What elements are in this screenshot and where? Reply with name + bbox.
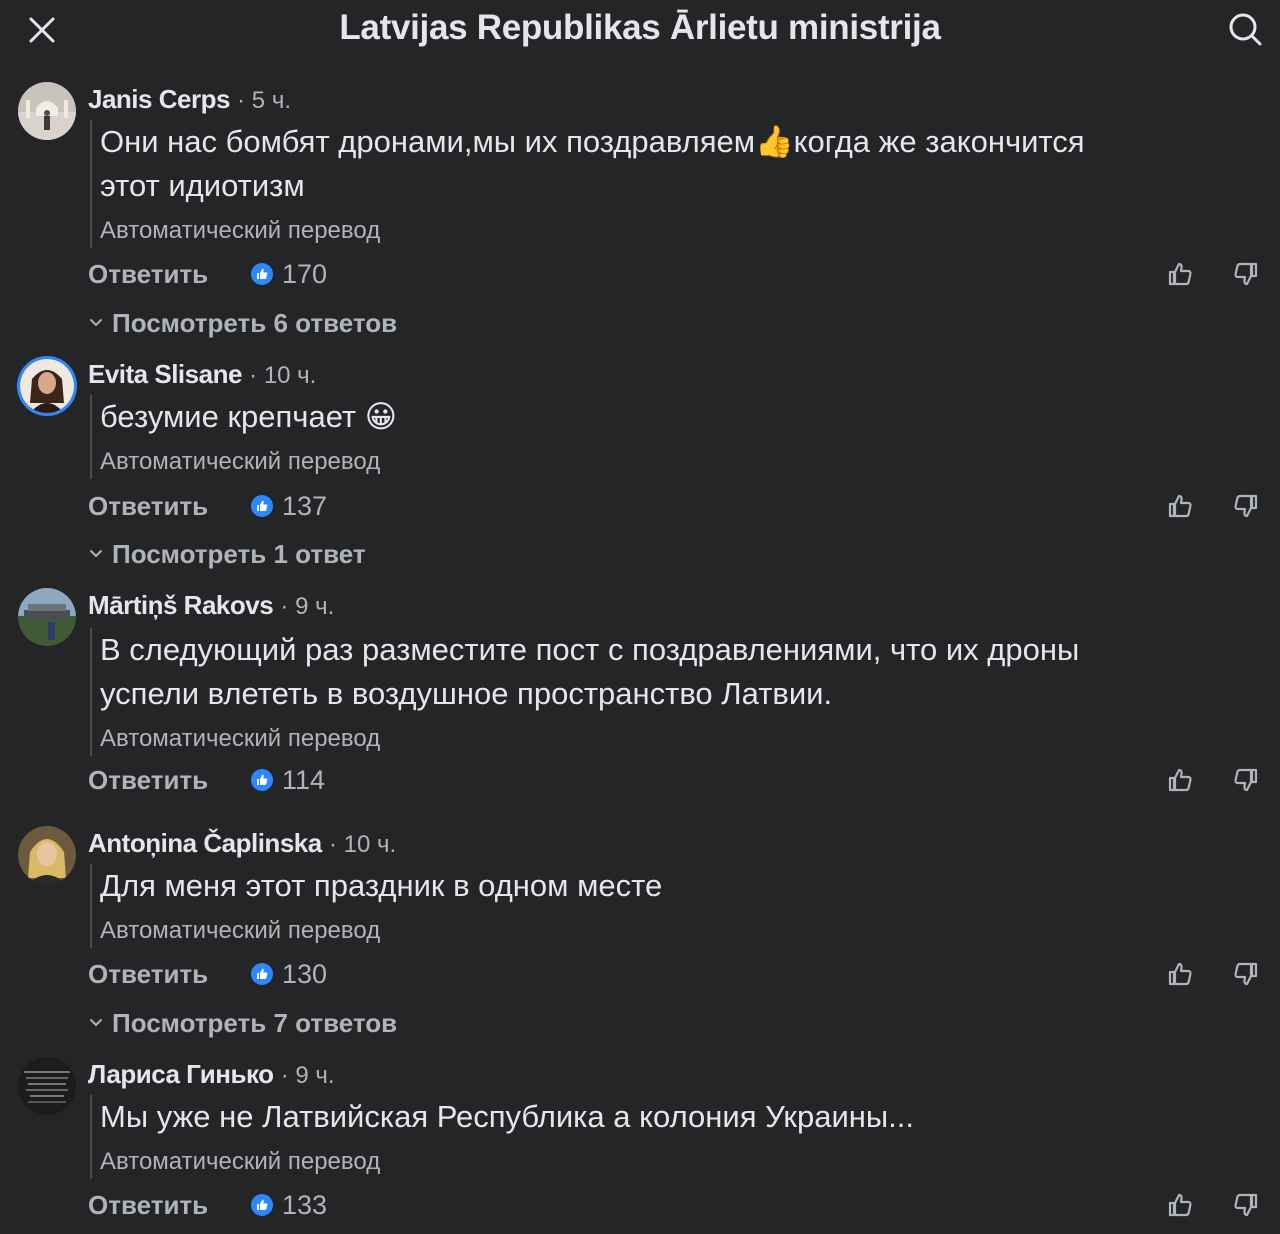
author-name[interactable]: Лариса Гинько — [88, 1059, 274, 1089]
thumbs-down-icon — [1234, 1193, 1258, 1217]
timestamp: · 10 ч. — [328, 831, 397, 858]
thumbs-down-icon — [1234, 262, 1258, 286]
comment-body: В следующий раз разместите пост с поздра… — [90, 628, 1079, 756]
timestamp: · 5 ч. — [237, 87, 291, 114]
like-summary[interactable]: 137 — [251, 486, 327, 526]
timestamp: · 9 ч. — [280, 593, 335, 620]
comment-text: Они нас бомбят дронами,мы их поздравляем… — [100, 124, 1085, 203]
like-summary[interactable]: 133 — [251, 1185, 327, 1225]
comment-meta: Antoņina Čaplinska · 10 ч. — [88, 826, 396, 862]
comment-body: Они нас бомбят дронами,мы их поздравляем… — [90, 120, 1085, 248]
auto-translate-label[interactable]: Автоматический перевод — [100, 445, 397, 479]
reply-button[interactable]: Ответить — [88, 954, 208, 994]
upvote-button[interactable] — [1163, 488, 1199, 524]
comment-actions: Ответить 114 — [88, 760, 1268, 800]
comment-meta: Mārtiņš Rakovs · 9 ч. — [88, 588, 334, 624]
timestamp: · 10 ч. — [249, 362, 317, 389]
comment-body: безумие крепчает 😀 Автоматический перево… — [90, 395, 397, 479]
chevron-down-icon — [88, 1017, 104, 1029]
upvote-button[interactable] — [1163, 762, 1199, 798]
view-replies-link[interactable]: Посмотреть 1 ответ — [88, 536, 366, 572]
thumbs-down-icon — [1234, 494, 1258, 518]
upvote-button[interactable] — [1163, 956, 1199, 992]
avatar[interactable] — [18, 826, 76, 884]
reply-button[interactable]: Ответить — [88, 486, 208, 526]
comment-meta: Лариса Гинько · 9 ч. — [88, 1057, 335, 1093]
comment-actions: Ответить 137 — [88, 486, 1268, 526]
avatar[interactable] — [18, 588, 76, 646]
reply-button[interactable]: Ответить — [88, 254, 208, 294]
like-badge-icon — [251, 963, 273, 985]
author-name[interactable]: Evita Slisane — [88, 359, 242, 389]
view-replies-link[interactable]: Посмотреть 7 ответов — [88, 1005, 397, 1041]
auto-translate-label[interactable]: Автоматический перевод — [100, 914, 662, 948]
comment-meta: Evita Slisane · 10 ч. — [88, 357, 316, 393]
comment-text: В следующий раз разместите пост с поздра… — [100, 632, 1080, 711]
like-count: 170 — [282, 258, 328, 289]
thumbs-up-icon — [1168, 494, 1192, 518]
thumbs-down-icon — [1234, 768, 1258, 792]
thumbs-up-icon — [1168, 768, 1192, 792]
comment-actions: Ответить 133 — [88, 1185, 1268, 1225]
thumbs-up-icon — [1168, 962, 1192, 986]
comment-text: Для меня этот праздник в одном месте — [100, 868, 663, 903]
like-summary[interactable]: 114 — [251, 760, 325, 800]
like-count: 130 — [282, 958, 328, 989]
avatar[interactable] — [17, 356, 77, 416]
view-replies-label: Посмотреть 7 ответов — [112, 1008, 398, 1038]
like-badge-icon — [251, 769, 273, 791]
header-bar: Latvijas Republikas Ārlietu ministrija — [0, 0, 1280, 66]
page-title: Latvijas Republikas Ārlietu ministrija — [339, 8, 941, 47]
avatar[interactable] — [18, 1057, 76, 1115]
view-replies-link[interactable]: Посмотреть 6 ответов — [88, 305, 397, 341]
comment-body: Для меня этот праздник в одном месте Авт… — [90, 864, 662, 948]
downvote-button[interactable] — [1227, 956, 1263, 992]
chevron-down-icon — [88, 548, 104, 560]
like-count: 137 — [282, 490, 328, 521]
view-replies-label: Посмотреть 1 ответ — [112, 539, 366, 569]
comment-body: Мы уже не Латвийская Республика а колони… — [90, 1095, 914, 1179]
upvote-button[interactable] — [1163, 1187, 1199, 1223]
upvote-button[interactable] — [1163, 256, 1199, 292]
like-summary[interactable]: 130 — [251, 954, 327, 994]
thumbs-up-icon — [1168, 1193, 1192, 1217]
chevron-down-icon — [88, 317, 104, 329]
downvote-button[interactable] — [1227, 1187, 1263, 1223]
comment-text: безумие крепчает 😀 — [100, 399, 398, 434]
timestamp: · 9 ч. — [280, 1062, 335, 1089]
auto-translate-label[interactable]: Автоматический перевод — [100, 722, 1079, 756]
like-badge-icon — [251, 263, 273, 285]
downvote-button[interactable] — [1227, 256, 1263, 292]
like-count: 114 — [282, 764, 326, 795]
comment-text: Мы уже не Латвийская Республика а колони… — [100, 1099, 915, 1134]
comment-meta: Janis Cerps · 5 ч. — [88, 82, 291, 118]
author-name[interactable]: Janis Cerps — [88, 84, 230, 114]
search-icon — [1229, 13, 1262, 46]
comment-actions: Ответить 130 — [88, 954, 1268, 994]
author-name[interactable]: Mārtiņš Rakovs — [88, 590, 274, 620]
reply-button[interactable]: Ответить — [88, 1185, 208, 1225]
like-badge-icon — [251, 1194, 273, 1216]
auto-translate-label[interactable]: Автоматический перевод — [100, 1145, 914, 1179]
auto-translate-label[interactable]: Автоматический перевод — [100, 214, 1085, 248]
search-button[interactable] — [1224, 8, 1266, 50]
like-badge-icon — [251, 495, 273, 517]
downvote-button[interactable] — [1227, 762, 1263, 798]
like-summary[interactable]: 170 — [251, 254, 327, 294]
view-replies-label: Посмотреть 6 ответов — [112, 308, 398, 338]
avatar[interactable] — [18, 82, 76, 140]
thumbs-down-icon — [1234, 962, 1258, 986]
thumbs-up-icon — [1168, 262, 1192, 286]
downvote-button[interactable] — [1227, 488, 1263, 524]
like-count: 133 — [282, 1189, 328, 1220]
comment-actions: Ответить 170 — [88, 254, 1268, 294]
reply-button[interactable]: Ответить — [88, 760, 208, 800]
author-name[interactable]: Antoņina Čaplinska — [88, 828, 322, 858]
